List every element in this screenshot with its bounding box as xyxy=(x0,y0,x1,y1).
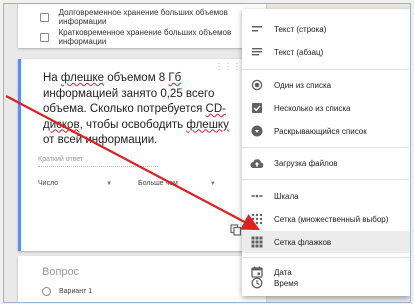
next-question-title[interactable]: Вопрос xyxy=(42,266,79,278)
grid-dots-icon xyxy=(250,212,264,226)
menu-item-short-text[interactable]: Текст (строка) xyxy=(242,18,410,40)
menu-item-multiple-choice[interactable]: Один из списка xyxy=(242,74,410,96)
short-text-icon xyxy=(250,22,264,36)
checkbox-option[interactable]: Кратковременное хранение больших объемов… xyxy=(40,28,266,46)
chevron-down-icon: ▼ xyxy=(106,181,113,187)
drag-handle-icon[interactable]: ⋮⋮⋮ xyxy=(215,62,242,71)
short-answer-field: Краткий ответ xyxy=(38,156,158,167)
menu-divider xyxy=(242,257,410,258)
grid-checkbox-icon xyxy=(250,235,264,249)
menu-item-multiple-choice-grid[interactable]: Сетка (множественный выбор) xyxy=(242,208,410,230)
upload-icon xyxy=(250,156,264,170)
question-title[interactable]: На флешке объемом 8 Гб информацией занят… xyxy=(43,71,243,149)
menu-item-paragraph[interactable]: Текст (абзац) xyxy=(242,41,410,63)
menu-item-file-upload[interactable]: Загрузка файлов xyxy=(242,152,410,174)
option-label: Долговременное хранение больших объемов … xyxy=(58,8,228,26)
menu-item-checkbox-grid[interactable]: Сетка флажков xyxy=(242,231,410,253)
radio-icon xyxy=(250,78,264,92)
checkbox-icon xyxy=(250,101,264,115)
menu-item-scale[interactable]: Шкала xyxy=(242,185,410,207)
menu-item-dropdown[interactable]: Раскрывающийся список xyxy=(242,120,410,142)
active-question-card[interactable]: ⋮⋮⋮ На флешке объемом 8 Гб информацией з… xyxy=(18,59,266,251)
checkbox-icon xyxy=(40,32,49,42)
question-type-menu: Текст (строка) Текст (абзац) Один из спи… xyxy=(242,9,410,296)
checkbox-option[interactable]: Долговременное хранение больших объемов … xyxy=(40,8,266,26)
menu-divider xyxy=(242,147,410,148)
validation-rule-select[interactable]: Больше чем ▼ xyxy=(138,180,216,187)
previous-question-card: Долговременное хранение больших объемов … xyxy=(18,4,266,48)
checkbox-icon xyxy=(40,12,49,22)
form-editor: Долговременное хранение больших объемов … xyxy=(3,3,411,303)
menu-divider xyxy=(242,179,410,180)
menu-divider xyxy=(242,69,410,70)
validation-type-select[interactable]: Число ▼ xyxy=(38,180,112,187)
option-label: Кратковременное хранение больших объемов… xyxy=(58,28,232,46)
paragraph-icon xyxy=(250,45,264,59)
menu-item-time[interactable]: Время xyxy=(242,272,410,294)
radio-icon xyxy=(42,287,51,296)
copy-icon[interactable] xyxy=(230,224,242,236)
chevron-down-icon: ▼ xyxy=(209,181,216,187)
dropdown-icon xyxy=(250,124,264,138)
radio-option[interactable]: Вариант 1 xyxy=(42,287,92,296)
scale-icon xyxy=(250,189,264,203)
menu-item-checkboxes[interactable]: Несколько из списка xyxy=(242,97,410,119)
clock-icon xyxy=(250,276,264,290)
active-indicator xyxy=(18,59,21,251)
